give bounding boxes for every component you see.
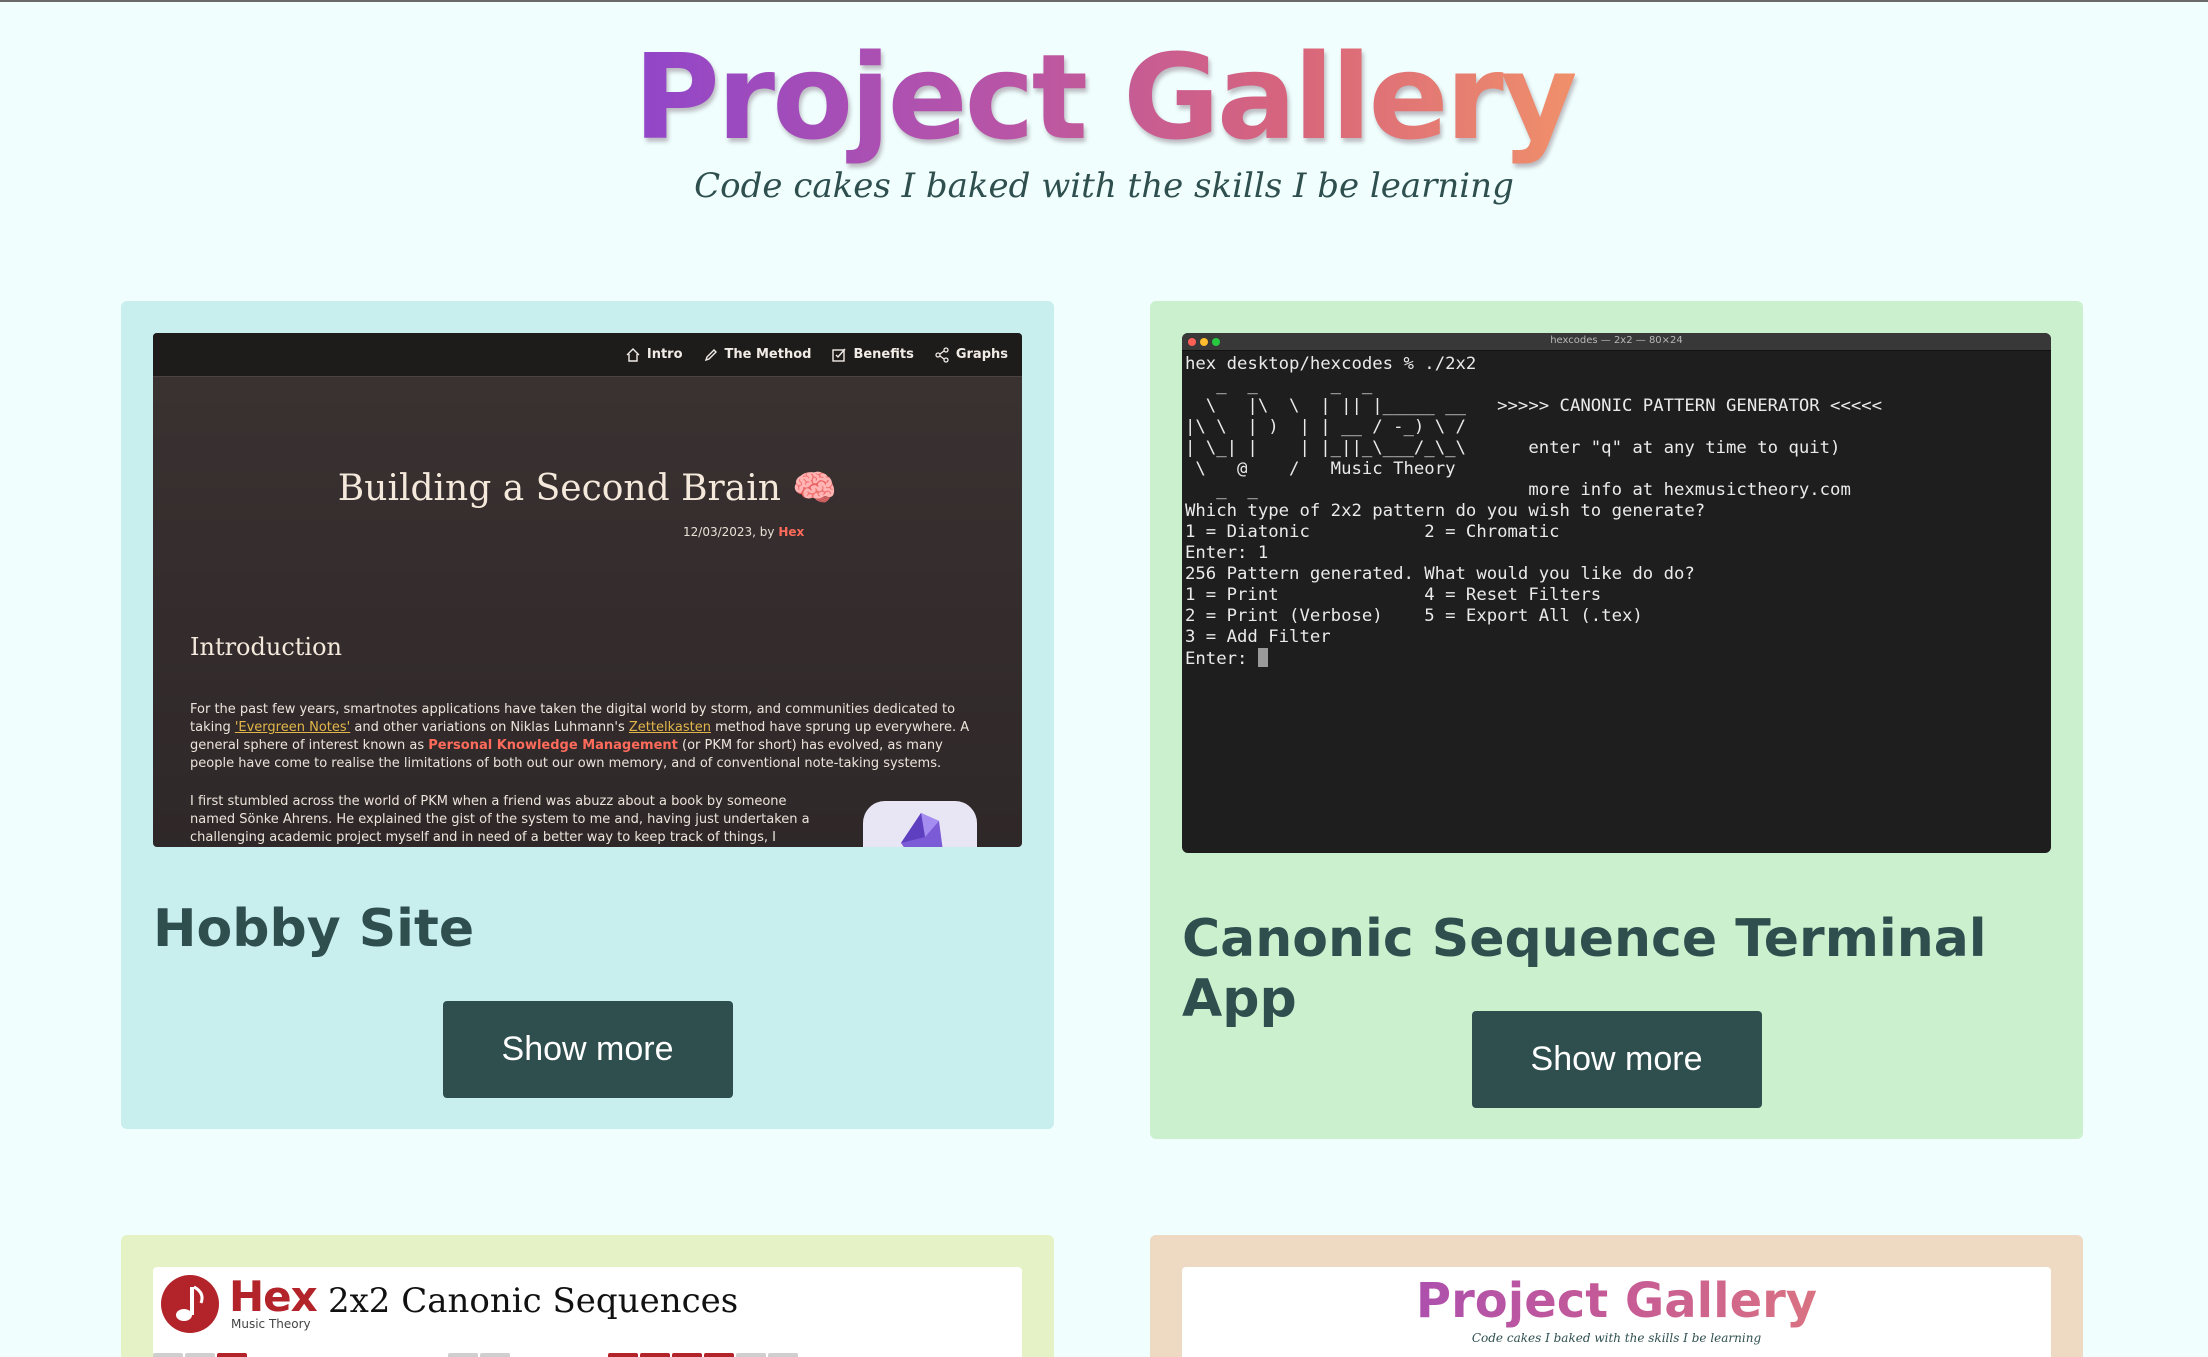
preview-paragraph: For the past few years, smartnotes appli… [190,701,990,773]
terminal-line: | \_| | | |_||_\___/_\_\ enter "q" at an… [1185,438,1841,458]
preview-nav-label: Intro [646,347,683,362]
hex-logo-icon [161,1275,219,1333]
preview-nav-item-the-method: The Method [703,347,812,363]
terminal-line: 1 = Print 4 = Reset Filters [1185,585,1602,605]
terminal-line: 2 = Print (Verbose) 5 = Export All (.tex… [1185,606,1643,626]
preview-highlight: Personal Knowledge Management [428,738,678,753]
pattern-chip [768,1353,798,1357]
pattern-chip [672,1353,702,1357]
terminal-line: 256 Pattern generated. What would you li… [1185,564,1695,584]
hex-logo-subtitle: Music Theory [231,1317,311,1331]
preview-text: I first stumbled across the world of PKM… [190,794,810,845]
preview-paragraph: I first stumbled across the world of PKM… [190,793,830,847]
pattern-chip [640,1353,670,1357]
project-preview-image: Project Gallery Code cakes I baked with … [1182,1267,2051,1357]
show-more-button[interactable]: Show more [1471,1011,1762,1108]
show-more-button[interactable]: Show more [442,1001,733,1098]
preview-nav-item-graphs: Graphs [934,346,1008,363]
project-card-2x2-canonic-sequences: Hex Music Theory 2x2 Canonic Sequences [121,1235,1054,1357]
home-icon [626,347,640,362]
preview-post-title: Building a Second Brain 🧠 [337,468,838,509]
pattern-chip [217,1353,247,1357]
project-card-project-gallery: Project Gallery Code cakes I baked with … [1150,1235,2083,1357]
preview-nav-item-intro: Intro [625,347,683,363]
terminal-line: Enter: 1 [1185,543,1269,563]
share-icon [935,346,949,363]
terminal-line: |\ \ | ) | | __ / -_) \ / [1185,417,1466,437]
preview-subtitle: Code cakes I baked with the skills I be … [1471,1331,1762,1345]
terminal-line: _ _ _ _ [1185,375,1373,395]
preview-title: Project Gallery [1182,1273,2051,1329]
preview-nav-label: The Method [724,347,812,362]
pattern-chip [448,1353,478,1357]
project-title: Hobby Site [153,899,475,959]
preview-nav: Intro The Method Benefits Graphs [153,333,1022,377]
pen-icon [704,348,717,361]
project-preview-image: hexcodes — 2x2 — 80×24 hex desktop/hexco… [1182,333,2051,853]
pattern-chip [153,1353,183,1357]
checkbox-icon [832,348,846,362]
terminal-line: 1 = Diatonic 2 = Chromatic [1185,522,1560,542]
project-preview-image: Hex Music Theory 2x2 Canonic Sequences [153,1267,1022,1357]
preview-title: 2x2 Canonic Sequences [328,1281,739,1321]
page-subtitle: Code cakes I baked with the skills I be … [694,166,1514,206]
preview-text: and other variations on Niklas Luhmann's [350,720,629,735]
terminal-line: 3 = Add Filter [1185,627,1331,647]
terminal-prompt-line: Enter: [1185,648,2048,670]
preview-nav-item-benefits: Benefits [831,347,914,363]
preview-nav-label: Graphs [955,347,1008,362]
terminal-window-title: hexcodes — 2x2 — 80×24 [1550,335,1683,346]
terminal-line: hex desktop/hexcodes % ./2x2 [1185,354,1477,374]
pattern-chip [608,1353,638,1357]
preview-nav-label: Benefits [853,347,914,362]
preview-link: 'Evergreen Notes' [234,720,351,735]
terminal-cursor [1257,648,1268,667]
terminal-output: hex desktop/hexcodes % ./2x2 _ _ _ _ \ |… [1182,351,2051,673]
preview-post-author: Hex [778,525,805,539]
project-preview-image: Intro The Method Benefits Graphs Buildin… [153,333,1022,847]
preview-heading: Introduction [190,633,342,661]
terminal-line: \ |\ \ | || |_____ __ >>>>> CANONIC PATT… [1185,396,1883,416]
terminal-line: \ @ / Music Theory [1185,459,1456,479]
page-title: Project Gallery [633,22,1577,172]
pattern-chip [480,1353,510,1357]
preview-post-date: 12/03/2023, by [683,525,775,539]
terminal-title-bar: hexcodes — 2x2 — 80×24 [1182,333,2051,351]
pattern-chip [185,1353,215,1357]
preview-link: Zettelkasten [628,720,711,735]
pattern-chip [704,1353,734,1357]
preview-post-meta: 12/03/2023, by Hex [683,525,804,539]
project-card-canonic-sequence-terminal-app: hexcodes — 2x2 — 80×24 hex desktop/hexco… [1150,301,2083,1139]
page-header: Project Gallery Code cakes I baked with … [0,22,2208,206]
terminal-line: Which type of 2x2 pattern do you wish to… [1185,501,1706,521]
pattern-chip [736,1353,766,1357]
terminal-line: _ _ more info at hexmusictheory.com [1185,480,1851,500]
project-card-hobby-site: Intro The Method Benefits Graphs Buildin… [121,301,1054,1129]
hex-logo-wordmark: Hex [229,1272,318,1321]
obsidian-app-icon [863,801,977,847]
terminal-prompt: Enter: [1185,649,1258,669]
